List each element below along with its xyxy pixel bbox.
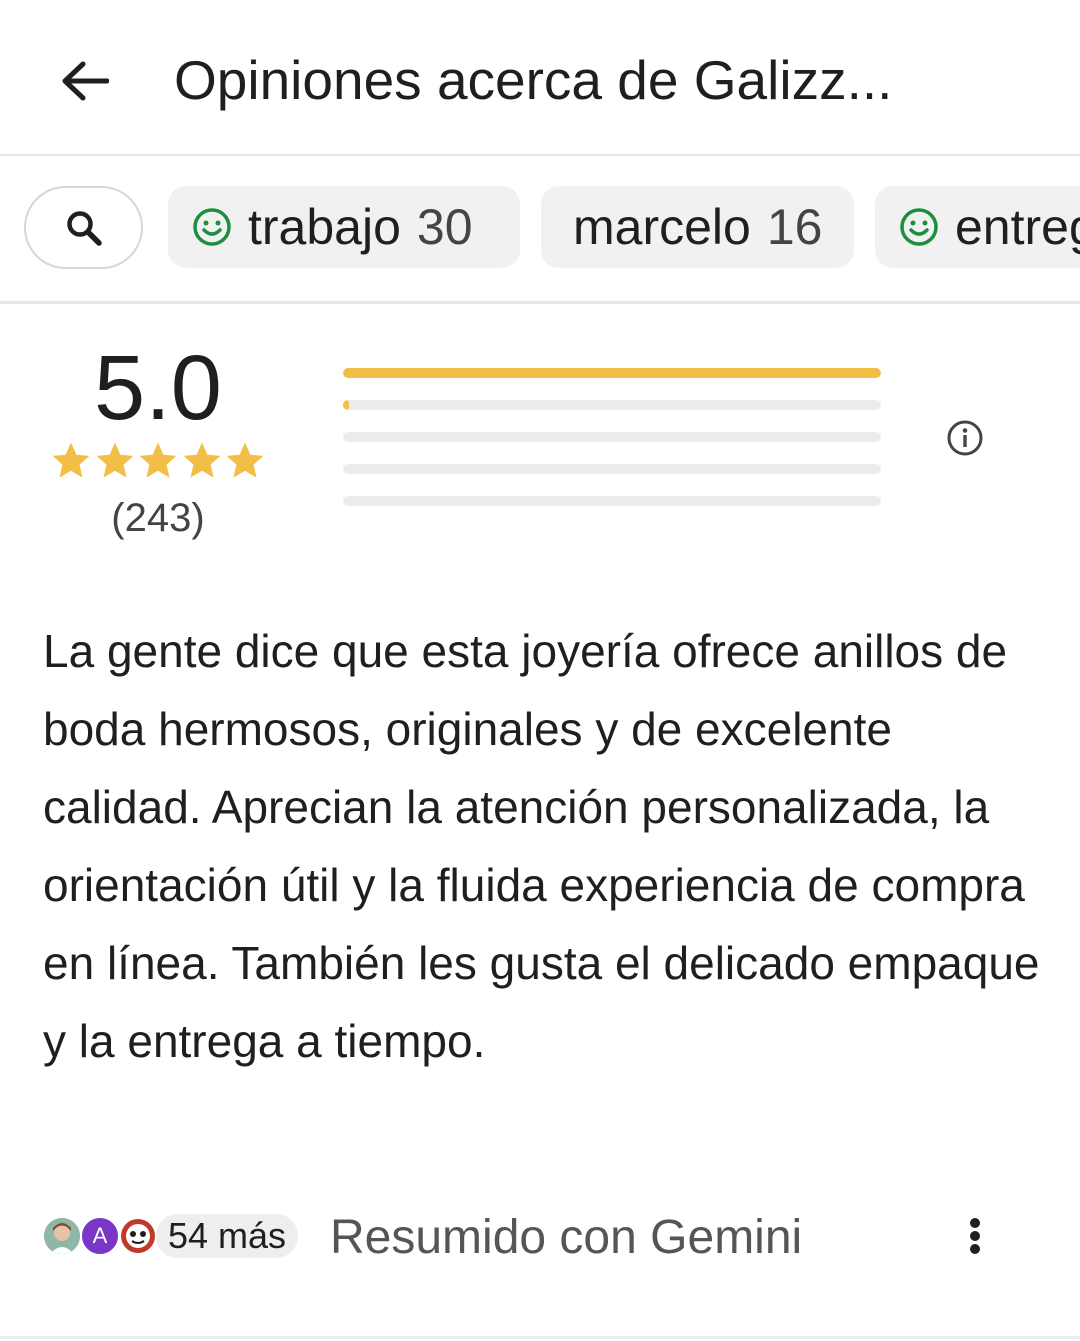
avatar [118, 1216, 158, 1256]
star-icon [226, 442, 264, 478]
more-vert-icon [970, 1218, 980, 1228]
review-count: (243) [111, 496, 205, 540]
filter-chips-row: trabajo 30 marcelo 16 entreg [0, 158, 1080, 304]
chip-label: entreg [955, 199, 1080, 255]
rating-bar-fill [343, 368, 881, 378]
rating-bar-4-stars [343, 400, 881, 410]
chip-marcelo[interactable]: marcelo 16 [541, 186, 854, 268]
chip-label: marcelo [573, 199, 751, 255]
gemini-attribution: Resumido con Gemini [330, 1211, 803, 1264]
chip-count: 16 [766, 199, 823, 255]
star-icon [139, 442, 177, 478]
chip-trabajo[interactable]: trabajo 30 [168, 186, 520, 268]
chip-label: trabajo [248, 199, 401, 255]
chip-count: 30 [416, 199, 473, 255]
average-rating: 5.0 [94, 337, 222, 439]
back-button[interactable] [54, 52, 116, 110]
avatar: A [80, 1216, 120, 1256]
page-title: Opiniones acerca de Galizz... [174, 49, 893, 111]
top-app-bar: Opiniones acerca de Galizz... [0, 0, 1080, 156]
arrow-left-icon [62, 61, 109, 101]
star-icon [52, 442, 90, 478]
search-icon [66, 210, 102, 246]
review-summary-text: La gente dice que esta joyería ofrece an… [43, 625, 1040, 1067]
star-icon [96, 442, 133, 478]
divider [0, 1336, 1080, 1339]
rating-bar-5-stars [343, 368, 881, 378]
rating-distribution [343, 368, 881, 528]
more-reviewers-badge[interactable]: 54 más [156, 1214, 299, 1258]
rating-summary: 5.0 (243) [0, 306, 1080, 556]
star-icon [183, 442, 220, 478]
rating-bar-fill [343, 400, 350, 410]
avatar [42, 1216, 82, 1256]
rating-bar-1-stars [343, 496, 881, 506]
chip-entrega[interactable]: entreg [875, 186, 1080, 268]
rating-bar-3-stars [343, 432, 881, 442]
smile-icon [899, 207, 939, 247]
smile-icon [192, 207, 232, 247]
info-icon[interactable] [945, 418, 985, 458]
summary-footer: A 54 más Resumido con Gemini [0, 1196, 1080, 1276]
more-options-button[interactable] [955, 1212, 995, 1260]
search-reviews-button[interactable] [24, 186, 143, 269]
star-rating [50, 440, 266, 486]
rating-bar-2-stars [343, 464, 881, 474]
